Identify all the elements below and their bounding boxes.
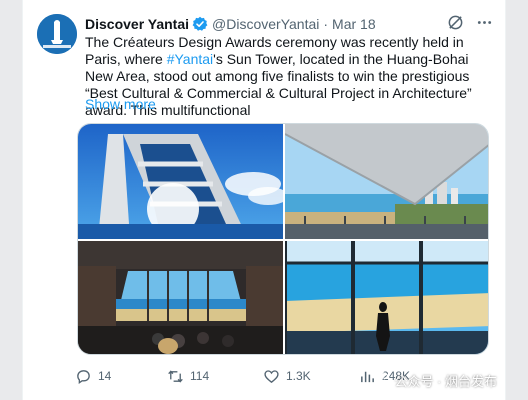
like-icon [264,369,279,383]
media-image-3[interactable] [78,241,283,354]
like-button[interactable]: 1.3K [263,368,311,385]
post-date[interactable]: Mar 18 [332,16,376,32]
more-icon[interactable] [476,14,493,34]
header-actions [447,14,493,34]
tweet-card[interactable]: Discover Yantai @DiscoverYantai · Mar 18 [22,0,506,400]
wechat-icon [375,371,391,390]
repost-icon [168,369,183,383]
reply-count: 14 [98,369,112,383]
verified-badge-icon [192,16,208,32]
author-handle[interactable]: @DiscoverYantai [212,16,319,32]
views-icon [361,371,374,382]
grok-icon[interactable] [447,14,464,34]
media-image-1[interactable] [78,124,283,239]
separator: · [323,16,329,32]
media-image-2[interactable] [285,124,488,239]
reply-button[interactable]: 14 [75,368,111,385]
media-grid [77,123,489,355]
author-name[interactable]: Discover Yantai [85,16,189,32]
watermark: 公众号 · 烟台发布 [375,371,497,390]
repost-count: 114 [190,369,210,383]
repost-button[interactable]: 114 [167,368,209,385]
hashtag-link[interactable]: #Yantai [167,51,213,67]
avatar[interactable] [37,14,77,54]
like-count: 1.3K [286,369,311,383]
show-more-link[interactable]: Show more [85,96,156,112]
media-image-4[interactable] [285,241,488,354]
tweet-header: Discover Yantai @DiscoverYantai · Mar 18 [85,14,493,34]
watermark-text: 公众号 · 烟台发布 [394,374,497,389]
reply-icon [77,369,90,384]
